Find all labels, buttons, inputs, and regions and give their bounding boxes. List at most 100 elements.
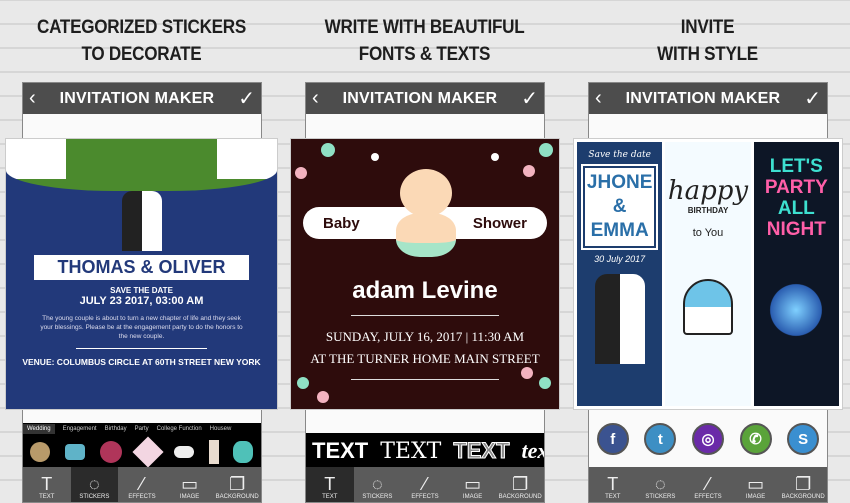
tool-effects[interactable]: ⁄ EFFECTS bbox=[684, 467, 732, 502]
decor-dot bbox=[321, 143, 335, 157]
tool-background[interactable]: ❐ BACKGROUND bbox=[779, 467, 827, 502]
decor-dot bbox=[491, 153, 499, 161]
sticker-item[interactable] bbox=[173, 446, 194, 458]
layers-icon: ❐ bbox=[229, 474, 246, 494]
event-date: SUNDAY, JULY 16, 2017 | 11:30 AM bbox=[325, 329, 525, 344]
headline: CATEGORIZED STICKERS TO DECORATE bbox=[37, 17, 246, 65]
template-party[interactable]: LET'S PARTY ALL NIGHT bbox=[753, 142, 839, 406]
headline: WRITE WITH BEAUTIFUL FONTS & TEXTS bbox=[324, 17, 525, 65]
tab-college-function[interactable]: College Function bbox=[157, 426, 202, 432]
skype-icon[interactable]: S bbox=[787, 423, 820, 455]
flower-garland-image bbox=[6, 139, 277, 191]
sticker-item[interactable] bbox=[132, 436, 164, 468]
divider bbox=[76, 348, 207, 349]
tab-engagement[interactable]: Engagement bbox=[63, 426, 97, 432]
tool-text[interactable]: T TEXT bbox=[306, 467, 354, 502]
image-icon: ▭ bbox=[181, 474, 199, 494]
sticker-item[interactable] bbox=[65, 444, 86, 460]
couple-image bbox=[121, 191, 162, 251]
decor-dot bbox=[297, 377, 309, 389]
template-wedding[interactable]: Save the date JHONE & EMMA 30 July 2017 bbox=[577, 142, 663, 406]
tab-birthday[interactable]: Birthday bbox=[105, 426, 127, 432]
venue: VENUE: COLUMBUS CIRCLE AT 60TH STREET NE… bbox=[22, 357, 261, 367]
save-the-date: Save the date bbox=[588, 150, 651, 160]
layers-icon: ❐ bbox=[795, 474, 812, 494]
decor-dot bbox=[523, 165, 535, 177]
decor-dot bbox=[371, 153, 379, 161]
layers-icon: ❐ bbox=[512, 474, 529, 494]
baby-shower-card[interactable]: Baby Shower adam Levine SUNDAY, JULY 16, … bbox=[290, 138, 560, 410]
save-the-date: SAVE THE DATE bbox=[110, 286, 173, 295]
to-you-text: to You bbox=[692, 227, 724, 239]
bottom-toolbar: T TEXT ◌ STICKERS ⁄ EFFECTS ▭ IMAGE ❐ BACKGRO… bbox=[23, 467, 261, 502]
sticker-item[interactable] bbox=[233, 441, 254, 463]
tool-image[interactable]: ▭ IMAGE bbox=[732, 467, 780, 502]
happy-text: happy bbox=[667, 176, 749, 206]
party-text: LET'S bbox=[769, 156, 823, 177]
chevron-left-icon[interactable]: ‹ bbox=[595, 87, 602, 110]
decor-dot bbox=[539, 377, 551, 389]
headline: INVITE WITH STYLE bbox=[657, 17, 758, 65]
event-date: JULY 23 2017, 03:00 AM bbox=[79, 295, 204, 307]
tool-image[interactable]: ▭ IMAGE bbox=[166, 467, 214, 502]
app-bar: ‹ INVITATION MAKER ✓ bbox=[306, 83, 544, 114]
tool-text[interactable]: T TEXT bbox=[589, 467, 637, 502]
app-title: INVITATION MAKER bbox=[59, 89, 215, 107]
check-icon[interactable]: ✓ bbox=[521, 86, 538, 111]
tool-effects[interactable]: ⁄ EFFECTS bbox=[401, 467, 449, 502]
banner-left-text: Baby bbox=[323, 214, 360, 232]
birthday-text: BIRTHDAY bbox=[687, 206, 729, 215]
tool-effects[interactable]: ⁄ EFFECTS bbox=[118, 467, 166, 502]
chevron-left-icon[interactable]: ‹ bbox=[312, 87, 319, 110]
whatsapp-icon[interactable]: ✆ bbox=[739, 423, 772, 455]
baby-image bbox=[391, 169, 461, 269]
tool-image[interactable]: ▭ IMAGE bbox=[449, 467, 497, 502]
font-option[interactable]: TEXT bbox=[312, 438, 368, 464]
sticker-icon: ◌ bbox=[372, 474, 383, 494]
chevron-left-icon[interactable]: ‹ bbox=[29, 87, 36, 110]
tool-background[interactable]: ❐ BACKGROUND bbox=[496, 467, 544, 502]
sticker-icon: ◌ bbox=[655, 474, 666, 494]
party-text: PARTY bbox=[764, 177, 828, 198]
font-option[interactable]: TEXT bbox=[380, 439, 441, 464]
tool-stickers[interactable]: ◌ STICKERS bbox=[70, 467, 119, 502]
check-icon[interactable]: ✓ bbox=[804, 86, 821, 111]
event-date: 30 July 2017 bbox=[594, 254, 646, 264]
facebook-icon[interactable]: f bbox=[596, 423, 629, 455]
tab-housewarming[interactable]: Housew bbox=[210, 426, 232, 432]
party-text: ALL bbox=[777, 198, 815, 219]
magic-wand-icon: ⁄ bbox=[706, 474, 710, 494]
sticker-category-tabs: Wedding Engagement Birthday Party Colleg… bbox=[23, 423, 261, 435]
twitter-icon[interactable]: t bbox=[644, 423, 677, 455]
check-icon[interactable]: ✓ bbox=[238, 86, 255, 111]
app-title: INVITATION MAKER bbox=[625, 89, 781, 107]
tool-stickers[interactable]: ◌ STICKERS bbox=[354, 467, 402, 502]
magic-wand-icon: ⁄ bbox=[423, 474, 427, 494]
sticker-item[interactable] bbox=[30, 442, 51, 462]
decor-dot bbox=[539, 143, 553, 157]
wedding-invitation-card[interactable]: THOMAS & OLIVER SAVE THE DATE JULY 23 20… bbox=[5, 138, 278, 410]
font-option[interactable]: text bbox=[522, 438, 544, 464]
sticker-strip bbox=[23, 435, 261, 469]
app-title: INVITATION MAKER bbox=[342, 89, 498, 107]
instagram-icon[interactable]: ◎ bbox=[691, 423, 724, 455]
template-gallery: Save the date JHONE & EMMA 30 July 2017 ha… bbox=[573, 138, 843, 410]
tab-wedding[interactable]: Wedding bbox=[23, 424, 55, 434]
panel-invite: INVITE WITH STYLE ‹ INVITATION MAKER ✓ f t … bbox=[566, 0, 849, 503]
sticker-item[interactable] bbox=[100, 441, 123, 463]
bottom-toolbar: T TEXT ◌ STICKERS ⁄ EFFECTS ▭ IMAGE ❐ BACKGRO… bbox=[306, 467, 544, 502]
tab-party[interactable]: Party bbox=[135, 426, 149, 432]
decor-dot bbox=[317, 391, 329, 403]
app-bar: ‹ INVITATION MAKER ✓ bbox=[589, 83, 827, 114]
template-birthday[interactable]: happy BIRTHDAY to You bbox=[665, 142, 751, 406]
couple-names: JHONE & EMMA bbox=[580, 164, 659, 250]
tool-stickers[interactable]: ◌ STICKERS bbox=[637, 467, 685, 502]
tool-text[interactable]: T TEXT bbox=[23, 467, 71, 502]
divider bbox=[351, 379, 499, 380]
bottom-toolbar: T TEXT ◌ STICKERS ⁄ EFFECTS ▭ IMAGE ❐ BACKGRO… bbox=[589, 467, 827, 502]
couple-names: THOMAS & OLIVER bbox=[34, 255, 249, 280]
magic-wand-icon: ⁄ bbox=[140, 474, 144, 494]
sticker-item[interactable] bbox=[208, 440, 219, 464]
tool-background[interactable]: ❐ BACKGROUND bbox=[213, 467, 261, 502]
font-option[interactable]: TEXT bbox=[453, 438, 510, 464]
